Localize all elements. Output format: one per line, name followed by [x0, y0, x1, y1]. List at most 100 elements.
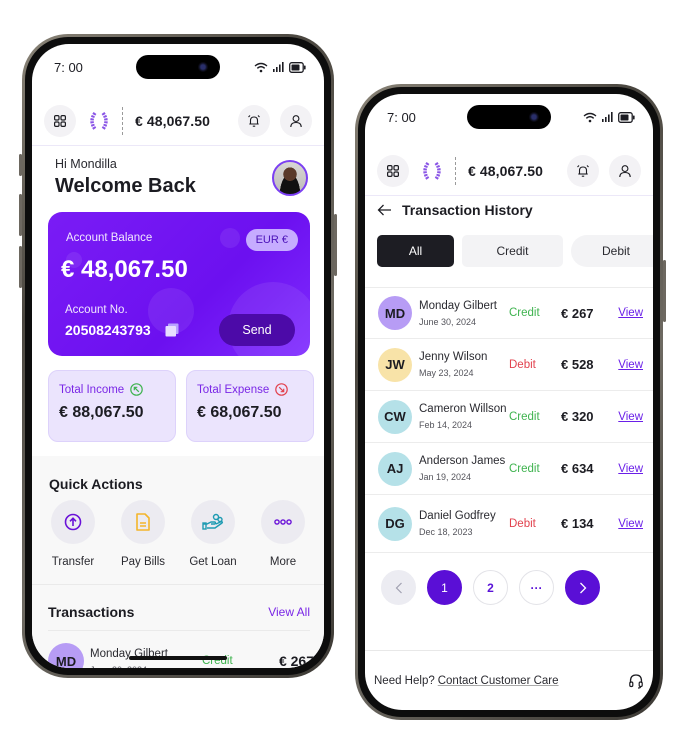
- grid-icon: [54, 114, 66, 127]
- quick-action-label: Transfer: [51, 556, 95, 568]
- transaction-amount: € 267: [561, 305, 594, 321]
- page-title: Transaction History: [402, 202, 533, 218]
- tab-credit[interactable]: Credit: [462, 235, 563, 267]
- quick-action-pay-bills[interactable]: Pay Bills: [110, 500, 176, 568]
- transaction-date: June 30, 2024: [419, 316, 477, 327]
- side-button: [663, 260, 666, 322]
- greeting: Hi Mondilla Welcome Back: [55, 157, 196, 198]
- divider: [48, 630, 310, 631]
- transaction-name: Jenny Wilson: [419, 351, 488, 363]
- status-time: 7: 00: [54, 59, 83, 75]
- table-row[interactable]: CW Cameron Willson Feb 14, 2024 Credit €…: [365, 391, 653, 443]
- arrow-left-icon[interactable]: [377, 204, 392, 216]
- home-indicator[interactable]: [129, 656, 227, 660]
- next-page-button[interactable]: [565, 570, 600, 605]
- quick-action-get-loan[interactable]: Get Loan: [180, 500, 246, 568]
- transaction-type: Debit: [509, 358, 536, 371]
- side-button: [19, 154, 22, 176]
- alarm-bell-icon: [248, 114, 260, 127]
- menu-button[interactable]: [44, 104, 76, 137]
- tab-all[interactable]: All: [377, 235, 454, 267]
- prev-page-button[interactable]: [381, 570, 416, 605]
- page-header: Transaction History: [377, 202, 533, 218]
- document-icon: [136, 513, 150, 531]
- laurel-logo-icon: [423, 161, 441, 180]
- divider: [32, 584, 324, 585]
- transaction-name: Daniel Godfrey: [419, 510, 496, 522]
- history-screen: 7: 00 € 48,067.50 Transaction History Al…: [365, 94, 653, 710]
- dynamic-island: [136, 55, 220, 79]
- chevron-left-icon: [395, 582, 402, 593]
- notifications-button[interactable]: [567, 154, 599, 187]
- view-link[interactable]: View: [618, 359, 643, 371]
- table-row[interactable]: DG Daniel Godfrey Dec 18, 2023 Debit € 1…: [365, 495, 653, 553]
- balance-card: Account Balance EUR € € 48,067.50 Accoun…: [48, 212, 310, 356]
- filter-tabs: All Credit Debit: [377, 235, 653, 267]
- profile-button[interactable]: [280, 104, 312, 137]
- quick-action-transfer[interactable]: Transfer: [40, 500, 106, 568]
- transaction-avatar: JW: [378, 347, 412, 382]
- page-ellipsis-button[interactable]: ···: [519, 570, 554, 605]
- side-button: [334, 214, 337, 276]
- transaction-date: Jan 19, 2024: [419, 472, 472, 482]
- balance-label: Account Balance: [66, 232, 153, 244]
- transaction-avatar: MD: [48, 643, 84, 668]
- tab-debit[interactable]: Debit: [571, 235, 653, 267]
- user-icon: [619, 164, 631, 177]
- view-link[interactable]: View: [618, 463, 643, 475]
- income-label: Total Income: [59, 383, 125, 396]
- avatar[interactable]: [272, 160, 308, 196]
- wifi-icon: [254, 62, 268, 72]
- transaction-date: Dec 18, 2023: [419, 527, 473, 537]
- dynamic-island: [467, 105, 551, 129]
- income-card[interactable]: Total Income € 88,067.50: [48, 370, 176, 442]
- transaction-name: Anderson James: [419, 455, 506, 467]
- notifications-button[interactable]: [238, 104, 270, 137]
- transaction-preview-row[interactable]: MD Monday Gilbert June 30, 2024 Credit €…: [48, 639, 314, 668]
- transaction-avatar: MD: [378, 296, 412, 330]
- menu-button[interactable]: [377, 154, 409, 187]
- income-value: € 88,067.50: [59, 404, 144, 421]
- top-bar: € 48,067.50: [365, 146, 653, 196]
- transaction-date: June 30, 2024: [90, 665, 190, 669]
- home-screen: 7: 00 € 48,067.50 Hi Mondilla Welcome Ba…: [32, 44, 324, 668]
- view-link[interactable]: View: [618, 307, 643, 319]
- table-row[interactable]: MD Monday Gilbert June 30, 2024 Credit €…: [365, 287, 653, 339]
- profile-button[interactable]: [609, 154, 641, 187]
- view-link[interactable]: View: [618, 518, 643, 530]
- page-button-1[interactable]: 1: [427, 570, 462, 605]
- transaction-amount: € 528: [561, 357, 594, 372]
- transaction-list: MD Monday Gilbert June 30, 2024 Credit €…: [365, 287, 653, 553]
- table-row[interactable]: AJ Anderson James Jan 19, 2024 Credit € …: [365, 443, 653, 495]
- balance-amount: € 48,067.50: [61, 256, 188, 283]
- copy-icon[interactable]: [165, 323, 179, 337]
- battery-icon: [289, 61, 306, 73]
- status-time: 7: 00: [387, 109, 416, 125]
- table-row[interactable]: JW Jenny Wilson May 23, 2024 Debit € 528…: [365, 339, 653, 391]
- transactions-title: Transactions: [48, 604, 135, 620]
- help-footer: Need Help? Contact Customer Care: [365, 650, 653, 710]
- headset-icon[interactable]: [628, 673, 644, 689]
- help-text: Need Help?: [374, 674, 435, 687]
- quick-action-more[interactable]: More: [250, 500, 316, 568]
- expense-value: € 68,067.50: [197, 404, 282, 421]
- transaction-date: Feb 14, 2024: [419, 420, 473, 430]
- phone-home: 7: 00 € 48,067.50 Hi Mondilla Welcome Ba…: [19, 34, 337, 678]
- transaction-avatar: AJ: [378, 451, 412, 486]
- grid-icon: [387, 164, 399, 177]
- send-button[interactable]: Send: [219, 314, 295, 346]
- transactions-header: Transactions View All: [48, 604, 310, 620]
- header-balance: € 48,067.50: [468, 162, 544, 179]
- arrow-up-circle-icon: [64, 513, 82, 531]
- quick-actions: Transfer Pay Bills Get Loan More: [32, 500, 324, 568]
- view-all-link[interactable]: View All: [268, 605, 310, 619]
- header-balance: € 48,067.50: [135, 112, 211, 129]
- expense-card[interactable]: Total Expense € 68,067.50: [186, 370, 314, 442]
- divider: [455, 156, 456, 185]
- arrow-up-left-circle-icon: [130, 383, 144, 396]
- contact-support-link[interactable]: Contact Customer Care: [438, 675, 559, 687]
- page-button-2[interactable]: 2: [473, 570, 508, 605]
- view-link[interactable]: View: [618, 411, 643, 423]
- currency-selector[interactable]: EUR €: [245, 229, 298, 251]
- transaction-amount: € 320: [561, 409, 594, 424]
